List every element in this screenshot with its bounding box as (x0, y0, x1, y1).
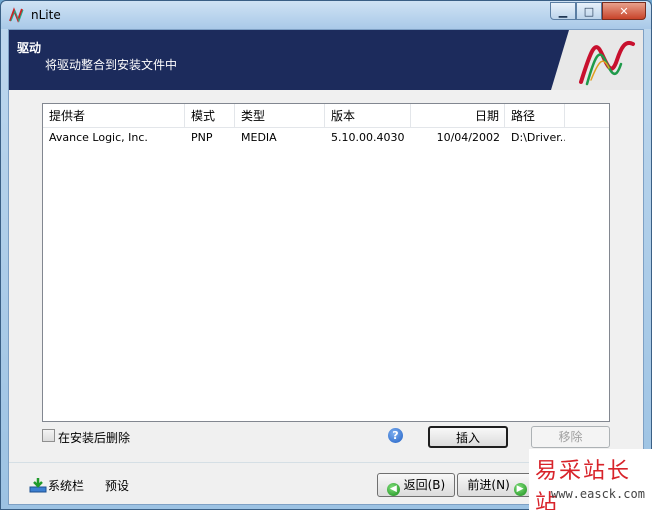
column-header-date[interactable]: 日期 (411, 104, 505, 128)
dialog-client: 驱动 将驱动整合到安装文件中 提供者 模式 类型 版本 日期 路径 Avance… (8, 29, 644, 505)
cell-mode: PNP (191, 131, 213, 144)
window-title: nLite (31, 8, 61, 22)
taskbar-link[interactable]: 系统栏 (48, 477, 84, 494)
insert-button[interactable]: 插入 (428, 426, 508, 448)
close-button[interactable]: ✕ (602, 2, 646, 20)
delete-after-install-checkbox[interactable] (42, 429, 55, 442)
driver-list[interactable]: 提供者 模式 类型 版本 日期 路径 Avance Logic, Inc. PN… (42, 103, 610, 422)
page-title: 驱动 (17, 41, 42, 55)
back-button-label: 返回(B) (403, 478, 446, 492)
cell-provider: Avance Logic, Inc. (49, 131, 148, 144)
column-header-path[interactable]: 路径 (505, 104, 565, 128)
window-controls: ▁ □ ✕ (550, 2, 646, 20)
watermark: 易采站长站 www.easck.com (529, 449, 652, 510)
next-arrow-icon: ▶ (513, 483, 527, 496)
page-subtitle: 将驱动整合到安装文件中 (45, 58, 178, 72)
nlite-window: nLite ▁ □ ✕ 驱动 将驱动整合到安装文件中 提供者 模式 类型 版本 (0, 0, 652, 510)
column-header-version[interactable]: 版本 (325, 104, 411, 128)
options-row: 在安装后删除 ? 插入 移除 (42, 426, 610, 448)
next-button-label: 前进(N) (467, 478, 510, 492)
back-button[interactable]: ◀ 返回(B) (377, 473, 455, 497)
cell-type: MEDIA (241, 131, 277, 144)
cell-path: D:\Driver... (511, 131, 565, 144)
header-banner: 驱动 将驱动整合到安装文件中 (9, 30, 643, 90)
remove-button[interactable]: 移除 (531, 426, 610, 448)
help-icon[interactable]: ? (388, 428, 403, 443)
cell-date: 10/04/2002 (436, 131, 500, 144)
table-row[interactable]: Avance Logic, Inc. PNP MEDIA 5.10.00.403… (43, 128, 609, 148)
nlite-logo-icon (9, 7, 24, 23)
cell-version: 5.10.00.4030 (331, 131, 405, 144)
minimize-button[interactable]: ▁ (550, 2, 576, 20)
preset-link[interactable]: 预设 (105, 477, 129, 494)
column-header-provider[interactable]: 提供者 (43, 104, 185, 128)
maximize-button[interactable]: □ (576, 2, 602, 20)
next-button[interactable]: 前进(N) ▶ (457, 473, 537, 497)
delete-after-install-label[interactable]: 在安装后删除 (58, 429, 130, 446)
taskbar-download-icon[interactable] (29, 477, 47, 493)
title-bar[interactable]: nLite ▁ □ ✕ (1, 1, 651, 29)
nlite-banner-logo-icon (551, 30, 643, 90)
watermark-url: www.easck.com (551, 487, 645, 501)
column-header-mode[interactable]: 模式 (185, 104, 235, 128)
column-header-type[interactable]: 类型 (235, 104, 325, 128)
watermark-name: 易采站长站 (535, 459, 632, 510)
back-arrow-icon: ◀ (386, 483, 400, 496)
list-header: 提供者 模式 类型 版本 日期 路径 (43, 104, 609, 128)
